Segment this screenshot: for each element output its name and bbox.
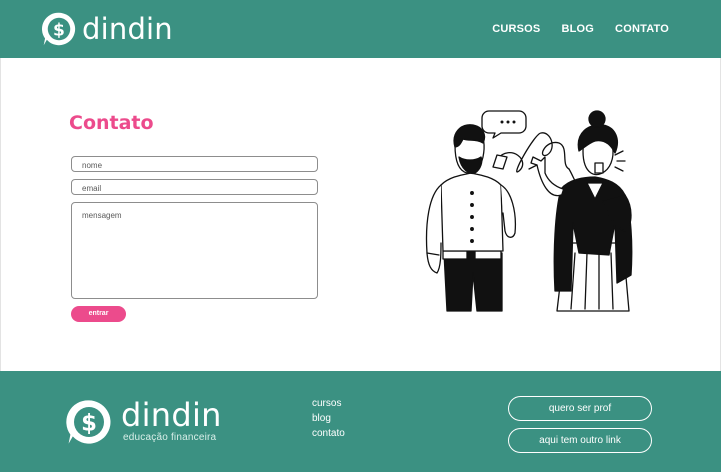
message-field[interactable] [71,202,318,299]
footer-brand: dindin [121,396,222,434]
site-header: $ dindin CURSOS BLOG CONTATO [0,0,721,58]
footer-link-blog[interactable]: blog [312,412,345,425]
footer-links: cursos blog contato [312,397,345,440]
footer-logo[interactable]: $ dindin educação financeira [65,398,222,446]
header-nav: CURSOS BLOG CONTATO [492,0,669,58]
nav-blog[interactable]: BLOG [561,23,594,35]
svg-text:$: $ [81,410,97,436]
footer-link-cursos[interactable]: cursos [312,397,345,410]
site-footer: $ dindin educação financeira cursos blog… [0,371,721,472]
footer-link-contato[interactable]: contato [312,427,345,440]
header-brand: dindin [82,12,173,46]
svg-text:$: $ [53,20,65,40]
dollar-speech-bubble-icon: $ [41,12,76,46]
email-field[interactable] [71,179,318,195]
page-title: Contato [69,112,154,134]
other-link-button[interactable]: aqui tem outro link [508,428,652,453]
dollar-speech-bubble-icon: $ [66,400,111,444]
footer-tagline: educação financeira [123,432,217,443]
name-field[interactable] [71,156,318,172]
contact-section: Contato entrar [0,58,721,371]
header-logo[interactable]: $ dindin [41,9,173,49]
nav-cursos[interactable]: CURSOS [492,23,540,35]
nav-contato[interactable]: CONTATO [615,23,669,35]
two-people-tin-can-phone-illustration [425,110,633,312]
be-teacher-button[interactable]: quero ser prof [508,396,652,421]
submit-button[interactable]: entrar [71,306,126,322]
